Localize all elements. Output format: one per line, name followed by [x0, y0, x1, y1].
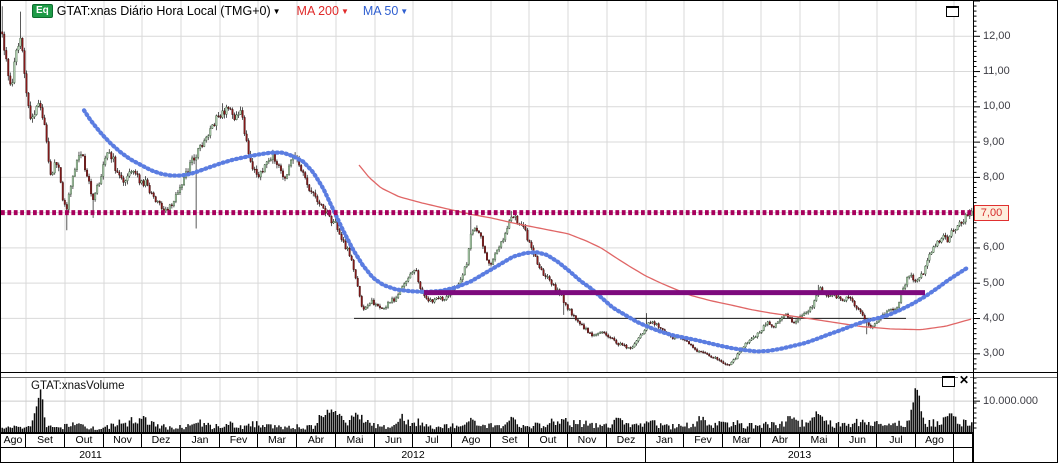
volume-axis-label: 10.000.000 [983, 395, 1039, 407]
x-axis-month-label: Jan [181, 434, 220, 448]
ma50-label: MA 50 [362, 4, 399, 18]
price-chart-canvas[interactable] [1, 1, 981, 433]
axis-frame-line [973, 1, 974, 462]
restore-window-icon[interactable] [946, 6, 959, 17]
x-axis-month-label: Abr [761, 434, 800, 448]
x-axis-month-label [954, 434, 973, 448]
x-axis-month-label: Ago [916, 434, 954, 448]
x-axis-month-label: Ago [1, 434, 26, 448]
x-axis-month-label: Mai [336, 434, 375, 448]
x-axis-month-label: Mar [723, 434, 761, 448]
ma200-label: MA 200 [296, 4, 339, 18]
price-axis-tick-label: 12,00 [983, 29, 1011, 42]
panel-divider-2[interactable] [1, 377, 1057, 378]
x-axis-month-label: Set [26, 434, 65, 448]
x-axis-year-label: 2012 [181, 448, 646, 462]
ma200-selector[interactable]: MA 200 ▼ [297, 4, 349, 18]
x-axis-year-label: 2011 [1, 448, 181, 462]
panel-divider [1, 372, 1057, 373]
price-axis-tick-label: 11,00 [983, 65, 1010, 78]
x-axis-month-label: Out [65, 434, 104, 448]
price-axis-tick-label: 8,00 [983, 170, 1005, 183]
chevron-down-icon: ▼ [340, 7, 349, 16]
chart-window: Eq GTAT:xnas Diário Hora Local (TMG+0) ▼ … [0, 0, 1058, 463]
x-axis-month-label: Dez [142, 434, 181, 448]
x-axis-month-label: Nov [568, 434, 607, 448]
chart-header: Eq GTAT:xnas Diário Hora Local (TMG+0) ▼ … [32, 4, 408, 18]
x-axis-month-label: Ago [452, 434, 491, 448]
x-axis-month-label: Abr [297, 434, 336, 448]
x-axis-month-label: Jun [839, 434, 877, 448]
x-axis-month-label: Nov [104, 434, 142, 448]
symbol-title: GTAT:xnas Diário Hora Local (TMG+0) [56, 4, 271, 18]
x-axis-month-label: Set [491, 434, 529, 448]
x-axis-month-label: Dez [607, 434, 646, 448]
x-axis-month-label: Fev [220, 434, 258, 448]
x-axis-month-label: Jan [646, 434, 684, 448]
x-axis-month-label: Jul [877, 434, 916, 448]
ma50-selector[interactable]: MA 50 ▼ [363, 4, 408, 18]
chevron-down-icon: ▼ [400, 7, 409, 16]
price-axis-tick-label: 5,00 [983, 276, 1005, 289]
symbol-title-dropdown[interactable]: GTAT:xnas Diário Hora Local (TMG+0) ▼ [57, 4, 281, 18]
price-axis-tick-label: 6,00 [983, 241, 1005, 254]
volume-panel-title: GTAT:xnasVolume [31, 380, 125, 392]
x-axis-month-label: Jul [413, 434, 452, 448]
x-axis-month-label: Mai [800, 434, 839, 448]
x-axis-month-label: Fev [684, 434, 723, 448]
price-axis-tick-label: 9,00 [983, 135, 1005, 148]
chevron-down-icon: ▼ [272, 7, 281, 16]
x-axis-month-label: Mar [258, 434, 297, 448]
x-axis-month-label: Jun [375, 434, 413, 448]
price-axis-tick-label: 3,00 [983, 347, 1005, 360]
volume-restore-window-icon[interactable] [942, 376, 955, 387]
x-axis-year-label: 2013 [646, 448, 954, 462]
x-axis-year-label [954, 448, 973, 462]
price-axis-tick-label: 4,00 [983, 311, 1005, 324]
volume-close-icon[interactable]: ✕ [958, 374, 971, 386]
equity-badge[interactable]: Eq [32, 4, 53, 18]
x-axis-month-label: Out [529, 434, 568, 448]
last-price-tag: 7,00 [974, 205, 1009, 221]
price-axis-tick-label: 10,00 [983, 100, 1011, 113]
